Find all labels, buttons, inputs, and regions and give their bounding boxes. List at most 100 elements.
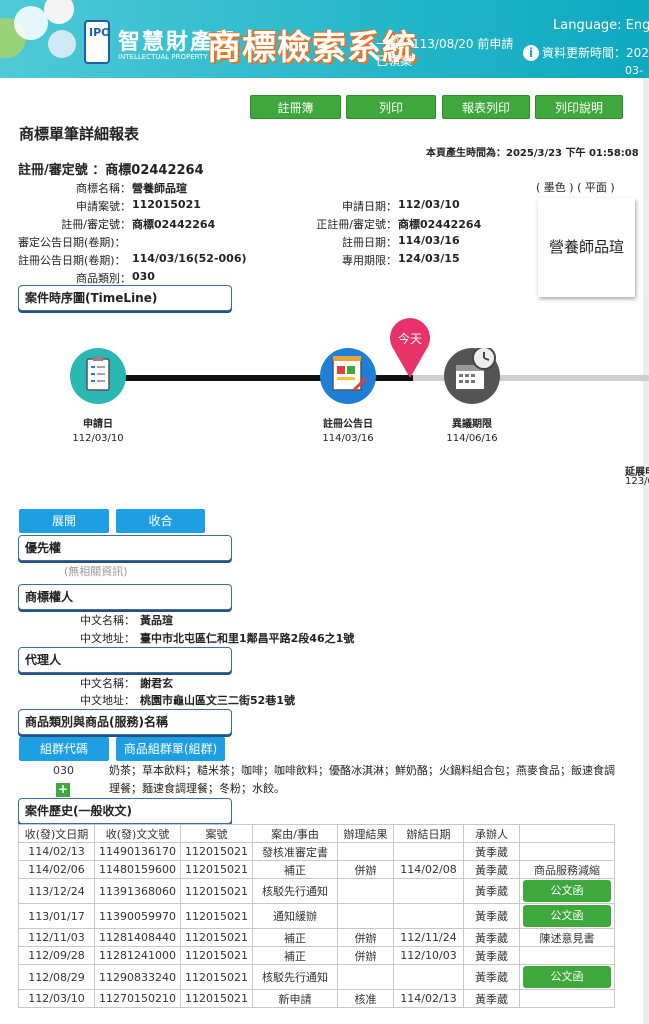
history-cell: 112015021 (180, 928, 253, 947)
agent-address-label: 中文地址： (80, 694, 135, 707)
history-cell: 112015021 (180, 946, 253, 965)
history-cell: 黃季葳 (463, 964, 520, 990)
history-cell: 114/02/13 (393, 989, 464, 1008)
agent-name-label: 中文名稱： (80, 677, 135, 690)
reg-pub-label: 註冊公告日期(卷期)： (18, 254, 126, 267)
report-print-button[interactable]: 報表列印 (442, 95, 530, 119)
info-icon: i (523, 45, 539, 61)
history-cell: 黃季葳 (463, 878, 520, 904)
exam-pub-label: 審定公告日期(卷期)： (18, 236, 126, 249)
history-cell: 113/12/24 (18, 878, 95, 904)
appno-value: 112015021 (132, 198, 201, 211)
formal-regno-value: 商標02442264 (398, 218, 482, 231)
history-table: 收(發)文日期 收(發)文文號 案號 案由/事由 辦理結果 辦結日期 承辦人 1… (18, 824, 615, 1008)
history-cell: 112015021 (180, 878, 253, 904)
generated-time: 本頁產生時間為：2025/3/23 下午 01:58:08 (426, 148, 639, 159)
priority-section-title: 優先權 (18, 535, 232, 561)
plus-icon[interactable]: + (56, 783, 70, 797)
collapse-button[interactable]: 收合 (116, 509, 205, 533)
timeline-label-publication: 註冊公告日 (323, 419, 373, 430)
history-cell: 11390059970 (94, 903, 181, 929)
history-cell: 核駁先行通知 (252, 964, 338, 990)
trademark-image[interactable]: 營養師品瑄 (538, 198, 635, 297)
priority-none: (無相關資訊) (64, 565, 128, 578)
goods-class: 030 (53, 764, 74, 777)
history-cell: 11281241000 (94, 946, 181, 965)
header-decoration (14, 6, 48, 40)
history-cell: 113/01/17 (18, 903, 95, 929)
official-letter-button[interactable]: 公文函 (523, 905, 611, 927)
history-cell: 112015021 (180, 903, 253, 929)
update-time-date: 03-2 (625, 64, 643, 78)
history-cell (393, 842, 464, 861)
history-header-caseno: 案號 (180, 824, 253, 843)
history-cell (393, 903, 464, 929)
history-cell: 併辦 (337, 946, 394, 965)
group-code-button[interactable]: 組群代碼 (19, 737, 109, 761)
history-cell: 新申請 (252, 989, 338, 1008)
history-cell: 114/02/08 (393, 860, 464, 879)
update-time: i 資料更新時間：2025 (523, 44, 649, 61)
register-button[interactable]: 註冊簿 (250, 95, 341, 119)
today-marker: 今天 (388, 314, 432, 380)
clipboard-icon[interactable] (70, 348, 126, 404)
reg-pub-value: 114/03/16(52-006) (132, 252, 247, 265)
regdate-label: 註冊日期： (342, 236, 397, 249)
appdate-value: 112/03/10 (398, 198, 460, 211)
history-cell: 114/02/06 (18, 860, 95, 879)
agent-address: 桃園市龜山區文三二街52巷1號 (140, 694, 295, 707)
history-cell: 11290833240 (94, 964, 181, 990)
history-cell: 補正 (252, 946, 338, 965)
history-header-closedate: 辦結日期 (393, 824, 464, 843)
class-label: 商品類別： (76, 272, 131, 285)
header-decoration (48, 30, 76, 58)
term-value: 124/03/15 (398, 252, 460, 265)
history-cell (337, 842, 394, 861)
ipo-logo[interactable]: IPO (84, 20, 111, 64)
header-notice: 一般：113/08/20 前申請 已領案 (376, 37, 514, 68)
appno-label: 申請案號： (76, 200, 131, 213)
history-cell (519, 946, 615, 965)
history-cell: 11391368060 (94, 878, 181, 904)
class-value: 030 (132, 270, 155, 283)
calendar-clock-icon[interactable] (444, 346, 500, 404)
history-cell: 陳述意見書 (519, 928, 615, 947)
site-header: IPO 智慧財產局 INTELLECTUAL PROPERTY OFFICE 商… (0, 0, 649, 78)
agent-section-title: 代理人 (18, 647, 232, 673)
timeline-date-publication: 114/03/16 (322, 433, 374, 444)
language-selector[interactable]: Language: English (553, 18, 649, 33)
history-cell: 發核准審定書 (252, 842, 338, 861)
history-cell: 112/09/28 (18, 946, 95, 965)
page-title: 商標單筆詳細報表 (19, 125, 140, 143)
header-decoration (44, 0, 74, 24)
history-header-doc (519, 824, 615, 843)
expand-button[interactable]: 展開 (19, 509, 109, 533)
history-cell: 通知緩辦 (252, 903, 338, 929)
table-row: 113/01/17 11390059970 112015021 通知緩辦 黃季葳 公文函 (18, 903, 615, 929)
print-help-button[interactable]: 列印說明 (535, 95, 623, 119)
official-letter-button[interactable]: 公文函 (523, 880, 611, 902)
timeline-section-title: 案件時序圖(TimeLine) (18, 285, 232, 311)
table-row: 113/12/24 11391368060 112015021 核駁先行通知 黃季葳 公文… (18, 878, 615, 904)
history-cell: 黃季葳 (463, 903, 520, 929)
history-cell: 11480159600 (94, 860, 181, 879)
goods-section-title: 商品類別與商品(服務)名稱 (18, 709, 232, 735)
history-cell: 112015021 (180, 989, 253, 1008)
timeline-label-opposition: 異議期限 (452, 419, 492, 430)
official-letter-button[interactable]: 公文函 (523, 966, 611, 988)
print-button[interactable]: 列印 (346, 95, 436, 119)
table-row: 112/03/10 11270150210 112015021 新申請 核准 114/02… (18, 989, 615, 1008)
history-header-result: 辦理結果 (337, 824, 394, 843)
history-header-officer: 承辦人 (463, 824, 520, 843)
timeline-date-apply: 112/03/10 (72, 433, 124, 444)
timeline-date-opposition: 114/06/16 (446, 433, 498, 444)
document-chart-icon[interactable] (320, 348, 376, 404)
history-header-date: 收(發)文日期 (18, 824, 95, 843)
appdate-label: 申請日期： (342, 200, 397, 213)
group-list-button[interactable]: 商品組群單(組群) (116, 737, 225, 761)
update-time-label: 資料更新時間：2025 (542, 46, 649, 60)
name-label: 商標名稱： (76, 182, 131, 195)
term-label: 專用期限： (342, 254, 397, 267)
today-label: 今天 (397, 332, 422, 346)
history-cell (393, 878, 464, 904)
